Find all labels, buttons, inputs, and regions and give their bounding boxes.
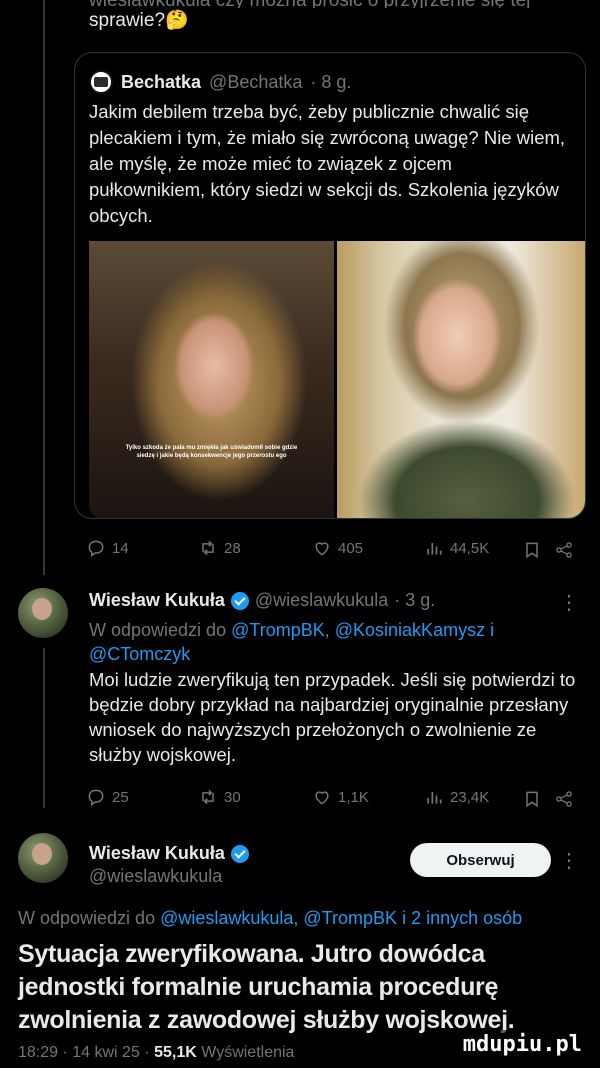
- reply1-replying-to: W odpowiedzi do @TrompBK, @KosiniakKamys…: [89, 620, 495, 664]
- verified-badge-icon: [230, 591, 249, 610]
- main-replying-prefix: W odpowiedzi do: [18, 908, 156, 928]
- reply1-like-action[interactable]: 1,1K: [312, 787, 369, 807]
- main-post-time[interactable]: 18:29 · 14 kwi 25 ·: [18, 1044, 150, 1061]
- reply-icon: [88, 789, 104, 806]
- top-post-partial-line: wieslawkukula czy można prosić o przyjrz…: [89, 0, 579, 8]
- reply1-repost-count: 30: [224, 788, 241, 806]
- views-action[interactable]: 44,5K: [424, 538, 489, 558]
- quoted-post-time: · 8 g.: [310, 71, 352, 92]
- like-action[interactable]: 405: [312, 538, 363, 558]
- quoted-post-card[interactable]: Bechatka @Bechatka · 8 g. Jakim debilem …: [74, 52, 586, 519]
- views-icon: [427, 543, 442, 555]
- quoted-post-action-bar: 14 28 405 44,5K: [74, 538, 586, 562]
- thread-line-top: [43, 0, 45, 575]
- reply1-reply-action[interactable]: 25: [86, 787, 129, 807]
- quoted-post-header: Bechatka @Bechatka · 8 g.: [89, 70, 351, 94]
- main-post-views-label: Wyświetlenia: [201, 1044, 295, 1061]
- quoted-image-right[interactable]: [337, 241, 585, 518]
- reply1-views-action[interactable]: 23,4K: [424, 787, 489, 807]
- reply1-mention-and: i: [490, 620, 495, 640]
- main-replying-mentions[interactable]: @wieslawkukula, @TrompBK: [160, 908, 397, 928]
- reply1-author-name[interactable]: Wiesław Kukuła: [89, 590, 225, 611]
- reply1-mention-2[interactable]: @KosiniakKamysz: [335, 620, 485, 640]
- reply-action[interactable]: 14: [86, 538, 129, 558]
- reply1-replying-prefix: W odpowiedzi do: [89, 620, 227, 640]
- heart-icon: [315, 542, 329, 556]
- reply1-mention-1[interactable]: @TrompBK: [231, 620, 325, 640]
- repost-count: 28: [224, 539, 241, 557]
- reply-count: 14: [112, 539, 129, 557]
- top-post-text-end: sprawie?🤔: [89, 10, 189, 31]
- reply1-time: · 3 g.: [394, 590, 436, 610]
- views-count: 44,5K: [450, 539, 490, 557]
- reply1-handle: @wieslawkukula: [254, 590, 389, 610]
- reply1-mention-3[interactable]: @CTomczyk: [89, 644, 190, 664]
- reply1-avatar[interactable]: [18, 588, 68, 638]
- quoted-post-body: Jakim debilem trzeba być, żeby publiczni…: [89, 101, 566, 226]
- thread-line-middle: [43, 648, 45, 808]
- share-icon[interactable]: [554, 789, 574, 809]
- bookmark-icon[interactable]: [522, 789, 542, 809]
- reply1-body: Moi ludzie zweryfikują ten przypadek. Je…: [89, 669, 576, 765]
- repost-action[interactable]: 28: [198, 538, 241, 558]
- main-post-header: Wiesław Kukuła: [89, 843, 249, 864]
- main-author-name[interactable]: Wiesław Kukuła: [89, 843, 225, 864]
- watermark-logo: mdupiu.pl: [456, 1030, 588, 1059]
- main-author-handle: @wieslawkukula: [89, 866, 223, 886]
- reply1-repost-action[interactable]: 30: [198, 787, 241, 807]
- reply1-reply-count: 25: [112, 788, 129, 806]
- main-replying-to: W odpowiedzi do @wieslawkukula, @TrompBK…: [18, 906, 588, 930]
- follow-button[interactable]: Obserwuj: [410, 843, 551, 877]
- main-post-meta: 18:29 · 14 kwi 25 · 55,1K Wyświetlenia: [18, 1044, 294, 1062]
- main-post-body: Sytuacja zweryfikowana. Jutro dowódca je…: [18, 940, 515, 1034]
- reply-icon: [88, 540, 104, 557]
- reply1-action-bar: 25 30 1,1K 23,4K: [74, 787, 586, 811]
- quoted-author-avatar: [89, 70, 113, 94]
- quoted-author-name[interactable]: Bechatka: [121, 72, 201, 93]
- reply1-more-icon[interactable]: ⋮: [559, 590, 580, 615]
- main-more-icon[interactable]: ⋮: [559, 848, 580, 873]
- verified-badge-icon: [230, 844, 249, 863]
- top-post-text: wieslawkukula czy można prosić o przyjrz…: [89, 0, 579, 33]
- main-replying-suffix[interactable]: i 2 innych osób: [402, 908, 522, 928]
- quoted-author-handle: @Bechatka: [209, 71, 303, 92]
- image-caption: Tylko szkoda że pała mu zmiękła jak uświ…: [125, 445, 298, 459]
- heart-icon: [315, 791, 329, 805]
- main-post-avatar[interactable]: [18, 833, 68, 883]
- views-icon: [427, 792, 442, 804]
- bookmark-icon[interactable]: [522, 540, 542, 560]
- reply1-like-count: 1,1K: [338, 788, 369, 806]
- reply1-header: Wiesław Kukuła @wieslawkukula · 3 g.: [89, 590, 435, 611]
- repost-icon: [202, 789, 214, 805]
- reply1-views-count: 23,4K: [450, 788, 490, 806]
- main-post-views-count: 55,1K: [154, 1044, 197, 1061]
- share-icon[interactable]: [554, 540, 574, 560]
- quoted-image-left[interactable]: Tylko szkoda że pała mu zmiękła jak uświ…: [89, 241, 334, 518]
- like-count: 405: [338, 539, 364, 557]
- repost-icon: [202, 540, 214, 556]
